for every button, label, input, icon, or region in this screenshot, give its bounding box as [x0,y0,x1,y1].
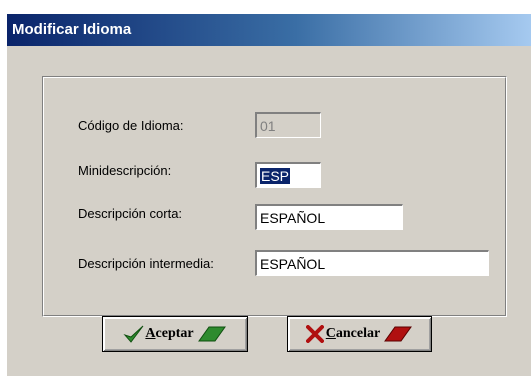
codigo-field: 01 [255,112,321,138]
red-bar-icon [384,326,413,342]
codigo-label: Código de Idioma: [78,118,184,133]
minidescripcion-value: ESP [260,168,291,184]
title-bar[interactable]: Modificar Idioma [7,14,531,46]
minidescripcion-field[interactable]: ESP [255,162,321,188]
minidescripcion-label: Minidescripción: [78,163,172,178]
window-title: Modificar Idioma [12,21,132,38]
dialog-window: Modificar Idioma Código de Idioma: 01 Mi… [6,13,531,376]
descripcion-intermedia-value: ESPAÑOL [260,256,326,272]
cancelar-label: ancelar [335,326,381,341]
cancelar-accel: C [325,326,336,341]
green-bar-icon [197,326,226,342]
descripcion-intermedia-field[interactable]: ESPAÑOL [255,250,489,276]
descripcion-intermedia-label: Descripción intermedia: [78,256,214,271]
codigo-value: 01 [260,118,276,134]
x-icon [305,325,324,343]
checkmark-icon [123,325,144,343]
cancelar-button[interactable]: Cancelar [287,316,432,352]
aceptar-label: ceptar [155,326,194,341]
descripcion-corta-field[interactable]: ESPAÑOL [255,204,403,230]
aceptar-button[interactable]: Aceptar [102,316,248,352]
descripcion-corta-value: ESPAÑOL [260,210,326,226]
descripcion-corta-label: Descripción corta: [78,206,183,221]
aceptar-accel: A [145,326,156,341]
